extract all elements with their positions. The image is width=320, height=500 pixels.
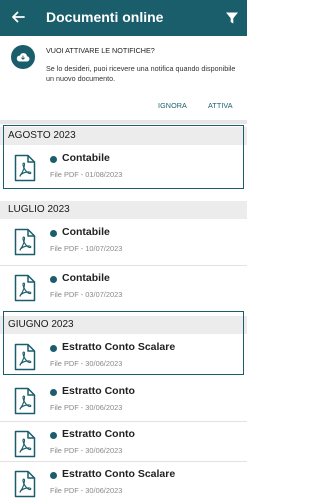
document-name: Estratto Conto [62, 428, 135, 440]
page-title: Documenti online [46, 9, 164, 25]
document-meta: File PDF - 30/06/2023 [50, 486, 123, 495]
document-meta: File PDF - 30/06/2023 [50, 403, 123, 412]
activate-button[interactable]: ATTIVA [208, 101, 233, 110]
notification-banner: VUOI ATTIVARE LE NOTIFICHE? Se lo deside… [0, 36, 247, 120]
notification-badge [11, 45, 35, 69]
document-name: Estratto Conto [62, 385, 135, 397]
pdf-file-icon [14, 470, 36, 498]
pdf-file-icon [14, 387, 36, 415]
notification-body: Se lo desideri, puoi ricevere una notifi… [46, 64, 236, 83]
pdf-file-icon [14, 274, 36, 302]
document-item[interactable]: Estratto Conto File PDF - 30/06/2023 [0, 379, 247, 424]
section-header: LUGLIO 2023 [0, 201, 247, 219]
cloud-notification-icon [16, 53, 30, 62]
section-header: GIUGNO 2023 [0, 316, 247, 334]
document-item[interactable]: Contabile File PDF - 03/07/2023 [0, 266, 247, 311]
notification-heading: VUOI ATTIVARE LE NOTIFICHE? [46, 46, 155, 55]
document-name: Contabile [62, 272, 110, 284]
unread-dot [50, 389, 57, 396]
section-header: AGOSTO 2023 [0, 127, 247, 145]
document-item[interactable]: Contabile File PDF - 01/08/2023 [0, 146, 247, 191]
document-item[interactable]: Estratto Conto Scalare File PDF - 30/06/… [0, 462, 247, 500]
document-name: Estratto Conto Scalare [62, 468, 176, 480]
document-name: Contabile [62, 152, 110, 164]
document-meta: File PDF - 10/07/2023 [50, 244, 123, 253]
section-title: GIUGNO 2023 [8, 319, 74, 330]
document-meta: File PDF - 30/06/2023 [50, 446, 123, 455]
document-item[interactable]: Contabile File PDF - 10/07/2023 [0, 220, 247, 265]
unread-dot [50, 472, 57, 479]
document-meta: File PDF - 01/08/2023 [50, 170, 123, 179]
arrow-left-icon[interactable] [10, 9, 26, 25]
pdf-file-icon [14, 154, 36, 182]
unread-dot [50, 276, 57, 283]
document-name: Estratto Conto Scalare [62, 341, 176, 353]
unread-dot [50, 230, 57, 237]
section-title: LUGLIO 2023 [8, 204, 70, 215]
divider [0, 120, 247, 124]
unread-dot [50, 345, 57, 352]
pdf-file-icon [14, 228, 36, 256]
ignore-button[interactable]: IGNORA [158, 101, 187, 110]
document-meta: File PDF - 03/07/2023 [50, 290, 123, 299]
pdf-file-icon [14, 343, 36, 371]
section-title: AGOSTO 2023 [8, 130, 76, 141]
unread-dot [50, 432, 57, 439]
filter-icon[interactable] [225, 11, 239, 25]
document-name: Contabile [62, 226, 110, 238]
unread-dot [50, 156, 57, 163]
app-bar: Documenti online [0, 0, 247, 36]
document-meta: File PDF - 30/06/2023 [50, 359, 123, 368]
document-item[interactable]: Estratto Conto Scalare File PDF - 30/06/… [0, 335, 247, 380]
pdf-file-icon [14, 430, 36, 458]
